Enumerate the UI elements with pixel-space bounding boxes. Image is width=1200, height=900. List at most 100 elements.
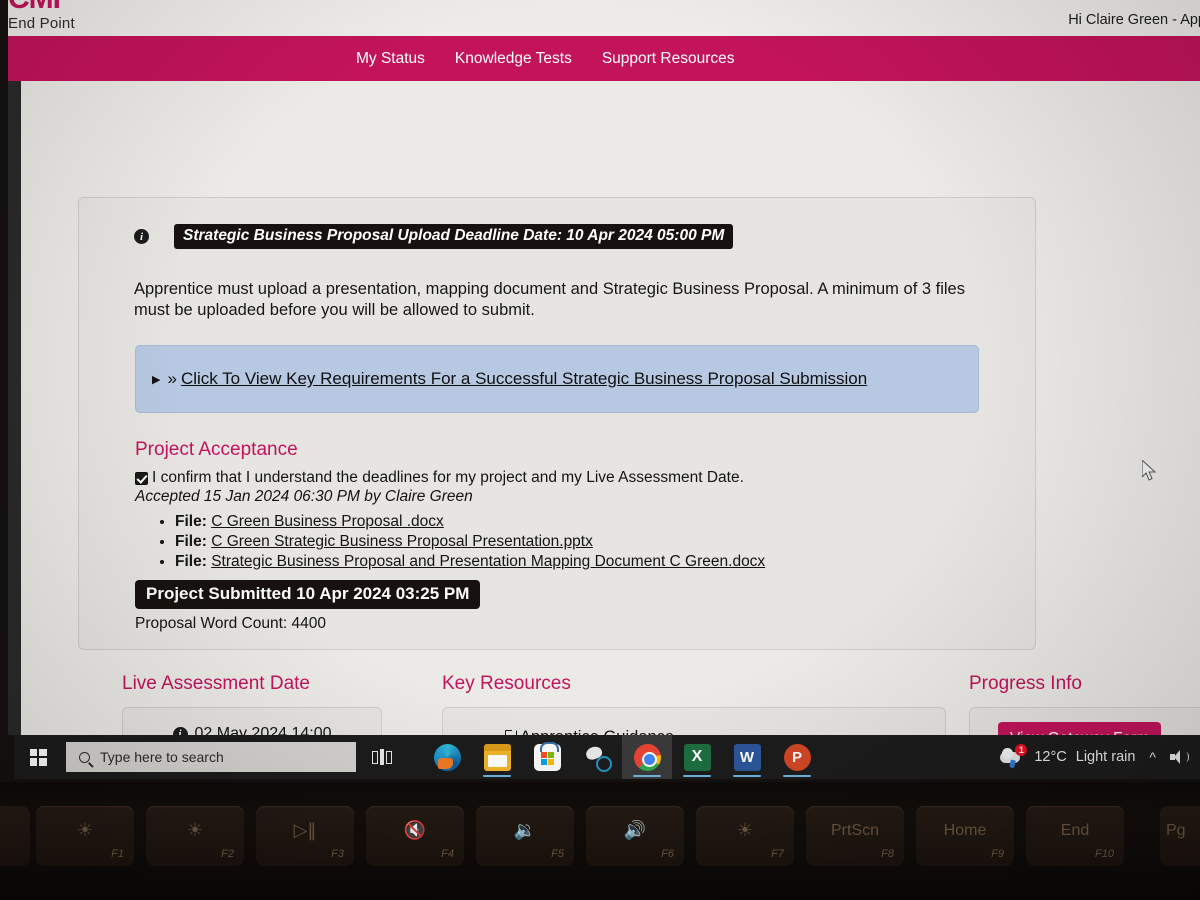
deadline-badge: Strategic Business Proposal Upload Deadl… — [174, 224, 734, 249]
double-chevron-icon: » — [167, 369, 177, 389]
nav-item-support-resources[interactable]: Support Resources — [602, 50, 735, 68]
apprentice-guidance-link[interactable]: Apprentice Guidance — [505, 728, 674, 735]
brightness-up-icon: ☀ — [186, 820, 204, 841]
progress-info-panel: View Gateway Form Results will be releas… — [969, 707, 1200, 735]
taskbar-app-snipping-tool[interactable] — [572, 735, 622, 779]
page-body: i Strategic Business Proposal Upload Dea… — [8, 81, 1200, 735]
live-assessment-column: Live Assessment Date i 02 May 2024 14:00 — [78, 673, 382, 735]
open-indicator — [733, 774, 761, 777]
cmi-logo: CMI — [8, 0, 75, 14]
file-label: File: — [175, 552, 207, 570]
list-item: File: C Green Strategic Business Proposa… — [175, 532, 1035, 552]
progress-info-column: Progress Info View Gateway Form Results … — [939, 673, 1200, 735]
key-f6: 🔊 F6 — [586, 806, 684, 866]
rain-cloud-icon: 1 — [999, 744, 1028, 769]
start-button[interactable] — [14, 735, 62, 779]
search-icon — [79, 751, 90, 763]
weather-condition: Light rain — [1075, 749, 1136, 765]
pgup-label: Pg — [1166, 822, 1186, 839]
key-label: F10 — [1095, 848, 1114, 860]
key-f3: ▷‖ F3 — [256, 806, 354, 866]
key-f11-partial: Pg F11 — [1160, 806, 1200, 866]
windows-taskbar: Type here to search 1 12°C Light rain — [14, 735, 1200, 779]
taskbar-apps — [422, 735, 822, 779]
key-resources-panel: Apprentice Guidance — [442, 707, 946, 735]
nav-item-my-status[interactable]: My Status — [356, 50, 425, 68]
brand[interactable]: CMI End Point — [8, 0, 75, 31]
screen: CMI End Point Hi Claire Green - App My S… — [8, 0, 1200, 735]
brightness-down-icon: ☀ — [76, 820, 94, 841]
nav-item-knowledge-tests[interactable]: Knowledge Tests — [455, 50, 572, 68]
speaker-icon[interactable] — [1170, 750, 1189, 764]
taskbar-app-file-explorer[interactable] — [472, 735, 522, 779]
key-f5: 🔉 F5 — [476, 806, 574, 866]
key-resources-column: Key Resources Apprentice Guidance — [406, 673, 946, 735]
apprentice-guidance-label: Apprentice Guidance — [520, 728, 674, 735]
key-label: F1 — [111, 848, 124, 860]
key-requirements-panel[interactable]: ▶ » Click To View Key Requirements For a… — [135, 345, 979, 414]
triangle-right-icon: ▶ — [152, 373, 161, 386]
view-gateway-form-button[interactable]: View Gateway Form — [998, 722, 1162, 735]
open-indicator — [783, 774, 811, 777]
search-input[interactable]: Type here to search — [66, 742, 356, 772]
bottom-columns: Live Assessment Date i 02 May 2024 14:00… — [78, 673, 1200, 735]
taskbar-app-google-chrome[interactable] — [622, 735, 672, 779]
powerpoint-icon — [783, 743, 811, 771]
notification-badge: 1 — [1015, 744, 1028, 756]
file-label: File: — [175, 513, 207, 531]
accepted-timestamp: Accepted 15 Jan 2024 06:30 PM by Claire … — [135, 488, 473, 506]
key-label: F8 — [881, 848, 894, 860]
key-f4: 🔇 F4 — [366, 806, 464, 866]
info-icon: i — [172, 726, 188, 735]
physical-keyboard: ☀ F1 ☀ F2 ▷‖ F3 🔇 F4 🔉 F5 🔊 F6 ☀ F7 PrtScn F8 Ho… — [0, 782, 1200, 900]
key-requirements-link[interactable]: Click To View Key Requirements For a Suc… — [181, 369, 867, 389]
confirm-row: I confirm that I understand the deadline… — [135, 469, 1035, 487]
keyboard-backlight-icon: ☀ — [736, 820, 754, 841]
weather-widget[interactable]: 1 12°C Light rain — [999, 744, 1136, 769]
main-navigation: My Status Knowledge Tests Support Resour… — [8, 36, 1200, 81]
taskbar-app-microsoft-word[interactable] — [722, 735, 772, 779]
taskbar-app-microsoft-store[interactable] — [522, 735, 572, 779]
open-indicator — [483, 774, 511, 777]
key-label: F6 — [661, 848, 674, 860]
edge-icon — [433, 743, 461, 771]
prtscn-label: PrtScn — [830, 822, 879, 839]
file-link[interactable]: C Green Business Proposal .docx — [211, 513, 444, 530]
volume-up-icon: 🔊 — [623, 820, 647, 841]
confirm-checkbox[interactable] — [135, 471, 148, 485]
site-header: CMI End Point Hi Claire Green - App — [8, 0, 1200, 36]
function-key-row: ☀ F1 ☀ F2 ▷‖ F3 🔇 F4 🔉 F5 🔊 F6 ☀ F7 PrtScn F8 Ho… — [0, 806, 1200, 872]
taskbar-app-microsoft-excel[interactable] — [672, 735, 722, 779]
key-label: F2 — [221, 848, 234, 860]
play-pause-icon: ▷‖ — [293, 820, 317, 841]
store-icon — [533, 741, 561, 771]
confirm-label: I confirm that I understand the deadline… — [152, 469, 744, 487]
volume-down-icon: 🔉 — [513, 820, 537, 841]
open-indicator — [633, 774, 661, 777]
excel-icon — [683, 743, 711, 771]
file-link[interactable]: Strategic Business Proposal and Presenta… — [211, 553, 765, 570]
key-label: F9 — [991, 848, 1004, 860]
list-item: File: C Green Business Proposal .docx — [175, 512, 1035, 532]
key-label: F3 — [331, 848, 344, 860]
live-assessment-value: 02 May 2024 14:00 — [194, 725, 332, 735]
user-greeting: Hi Claire Green - App — [1068, 12, 1200, 28]
task-view-button[interactable] — [356, 735, 408, 779]
live-assessment-panel: i 02 May 2024 14:00 — [122, 707, 382, 735]
search-placeholder: Type here to search — [100, 749, 224, 765]
task-view-icon — [372, 749, 392, 765]
folder-icon — [483, 743, 511, 771]
list-item: File: Strategic Business Proposal and Pr… — [175, 552, 1035, 572]
taskbar-app-microsoft-powerpoint[interactable] — [772, 735, 822, 779]
project-submitted-badge: Project Submitted 10 Apr 2024 03:25 PM — [135, 579, 481, 609]
project-acceptance-heading: Project Acceptance — [135, 439, 298, 461]
key-label: F7 — [771, 848, 784, 860]
show-hidden-icons-icon[interactable]: ^ — [1149, 749, 1156, 765]
proposal-word-count: Proposal Word Count: 4400 — [135, 614, 326, 632]
file-link[interactable]: C Green Strategic Business Proposal Pres… — [211, 533, 593, 550]
brand-subtitle: End Point — [8, 15, 75, 32]
open-indicator — [683, 774, 711, 777]
deadline-row: i Strategic Business Proposal Upload Dea… — [79, 224, 1035, 249]
submission-card: i Strategic Business Proposal Upload Dea… — [78, 197, 1036, 650]
taskbar-app-microsoft-edge[interactable] — [422, 735, 472, 779]
